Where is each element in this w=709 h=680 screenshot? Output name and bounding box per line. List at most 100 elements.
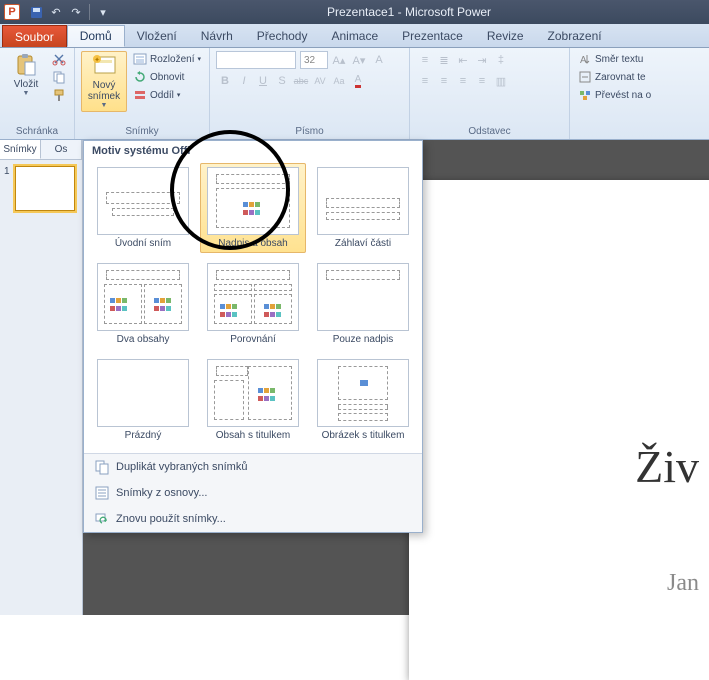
panel-tabs: Snímky Os [0, 140, 82, 160]
layout-label: Rozložení [150, 54, 194, 65]
group-text-extras-title [576, 125, 654, 137]
redo-icon[interactable]: ↷ [67, 3, 85, 21]
align-text-button[interactable]: Zarovnat te [576, 69, 653, 85]
group-slides-title: Snímky [81, 125, 203, 137]
align-left-icon[interactable]: ≡ [416, 72, 434, 90]
qat-separator [89, 4, 90, 20]
group-clipboard-title: Schránka [6, 125, 68, 137]
layout-title-slide[interactable]: Úvodní sním [90, 163, 196, 253]
gallery-grid: Úvodní sním Nadpis a obsah Záhlaví části [84, 159, 422, 453]
tab-animations[interactable]: Animace [319, 25, 390, 47]
layout-picture-caption[interactable]: Obrázek s titulkem [310, 355, 416, 445]
paste-label: Vložit [14, 79, 38, 90]
indent-icon[interactable]: ⇥ [473, 51, 491, 69]
section-label: Oddíl [150, 90, 174, 101]
layout-content-caption[interactable]: Obsah s titulkem [200, 355, 306, 445]
layout-section-header[interactable]: Záhlaví části [310, 163, 416, 253]
group-paragraph: ≡ ≣ ⇤ ⇥ ‡ ≡ ≡ ≡ ≡ ▥ Odstavec [410, 48, 570, 139]
layout-two-content[interactable]: Dva obsahy [90, 259, 196, 349]
slides-from-outline-item[interactable]: Snímky z osnovy... [84, 480, 422, 506]
layout-title-content[interactable]: Nadpis a obsah [200, 163, 306, 253]
gallery-footer: Duplikát vybraných snímků Snímky z osnov… [84, 453, 422, 532]
slide-title-text: Živ [635, 440, 699, 493]
group-font: 32 A▴ A▾ A B I U S abc AV Aa A Písmo [210, 48, 410, 139]
underline-button[interactable]: U [254, 72, 272, 90]
text-direction-button[interactable]: ASměr textu [576, 51, 653, 67]
strike-button[interactable]: abc [292, 72, 310, 90]
clear-format-icon[interactable]: A [370, 51, 388, 69]
new-slide-label: Nový snímek [84, 80, 124, 102]
paste-button[interactable]: Vložit ▼ [6, 51, 46, 99]
reuse-label: Znovu použít snímky... [116, 513, 226, 525]
layout-blank[interactable]: Prázdný [90, 355, 196, 445]
tab-file[interactable]: Soubor [2, 25, 67, 47]
qat-customize-icon[interactable]: ▾ [94, 3, 112, 21]
layout-label: Záhlaví části [335, 238, 391, 249]
slide-thumb-1[interactable]: 1 [4, 166, 78, 211]
ribbon: Vložit ▼ Schránka ✦ Nový snímek ▼ Rozlož… [0, 48, 709, 140]
svg-text:A: A [580, 55, 587, 66]
numbering-icon[interactable]: ≣ [435, 51, 453, 69]
grow-font-icon[interactable]: A▴ [330, 51, 348, 69]
slide-panel: Snímky Os 1 [0, 140, 83, 615]
tab-transitions[interactable]: Přechody [245, 25, 320, 47]
tab-insert[interactable]: Vložení [125, 25, 189, 47]
justify-icon[interactable]: ≡ [473, 72, 491, 90]
panel-tab-slides[interactable]: Snímky [0, 140, 41, 159]
layout-label: Nadpis a obsah [218, 238, 288, 249]
convert-smartart-button[interactable]: Převést na o [576, 87, 653, 103]
tab-view[interactable]: Zobrazení [536, 25, 614, 47]
layout-label: Úvodní sním [115, 238, 171, 249]
reset-button[interactable]: Obnovit [131, 69, 203, 85]
slide-thumbnail[interactable] [15, 166, 75, 211]
case-button[interactable]: Aa [330, 72, 348, 90]
outdent-icon[interactable]: ⇤ [454, 51, 472, 69]
reuse-slides-item[interactable]: Znovu použít snímky... [84, 506, 422, 532]
window-title: Prezentace1 - Microsoft Power [113, 5, 705, 19]
duplicate-slides-item[interactable]: Duplikát vybraných snímků [84, 454, 422, 480]
section-button[interactable]: Oddíl▾ [131, 87, 203, 103]
copy-button[interactable] [50, 69, 68, 85]
layout-title-only[interactable]: Pouze nadpis [310, 259, 416, 349]
group-paragraph-title: Odstavec [416, 125, 563, 137]
group-font-title: Písmo [216, 125, 403, 137]
slide-subtitle-text: Jan [667, 570, 699, 597]
linespacing-icon[interactable]: ‡ [492, 51, 510, 69]
title-bar: P ↶ ↷ ▾ Prezentace1 - Microsoft Power [0, 0, 709, 24]
new-slide-button[interactable]: ✦ Nový snímek ▼ [81, 51, 127, 112]
tab-home[interactable]: Domů [67, 25, 125, 47]
align-right-icon[interactable]: ≡ [454, 72, 472, 90]
font-size-combo[interactable]: 32 [300, 51, 328, 69]
layout-label: Dva obsahy [117, 334, 170, 345]
layout-label: Prázdný [125, 430, 162, 441]
undo-icon[interactable]: ↶ [47, 3, 65, 21]
tab-slideshow[interactable]: Prezentace [390, 25, 475, 47]
spacing-button[interactable]: AV [311, 72, 329, 90]
align-center-icon[interactable]: ≡ [435, 72, 453, 90]
bold-button[interactable]: B [216, 72, 234, 90]
ribbon-tabs: Soubor Domů Vložení Návrh Přechody Anima… [0, 24, 709, 48]
save-icon[interactable] [27, 3, 45, 21]
italic-button[interactable]: I [235, 72, 253, 90]
layout-label: Porovnání [230, 334, 276, 345]
panel-tab-outline[interactable]: Os [41, 140, 82, 159]
shrink-font-icon[interactable]: A▾ [350, 51, 368, 69]
thumbnail-area: 1 [0, 160, 82, 615]
bullets-icon[interactable]: ≡ [416, 51, 434, 69]
cut-button[interactable] [50, 51, 68, 67]
font-color-button[interactable]: A [349, 72, 367, 90]
app-icon: P [4, 4, 20, 20]
font-name-combo[interactable] [216, 51, 296, 69]
tab-design[interactable]: Návrh [189, 25, 245, 47]
reset-label: Obnovit [150, 72, 184, 83]
layout-button[interactable]: Rozložení▾ [131, 51, 203, 67]
gallery-header: Motiv systému Offi [84, 141, 422, 159]
layout-label: Obsah s titulkem [216, 430, 290, 441]
format-painter-button[interactable] [50, 87, 68, 103]
layout-comparison[interactable]: Porovnání [200, 259, 306, 349]
tab-review[interactable]: Revize [475, 25, 536, 47]
slide-canvas[interactable] [409, 180, 709, 680]
columns-icon[interactable]: ▥ [492, 72, 510, 90]
shadow-button[interactable]: S [273, 72, 291, 90]
group-slides: ✦ Nový snímek ▼ Rozložení▾ Obnovit Oddíl… [75, 48, 210, 139]
